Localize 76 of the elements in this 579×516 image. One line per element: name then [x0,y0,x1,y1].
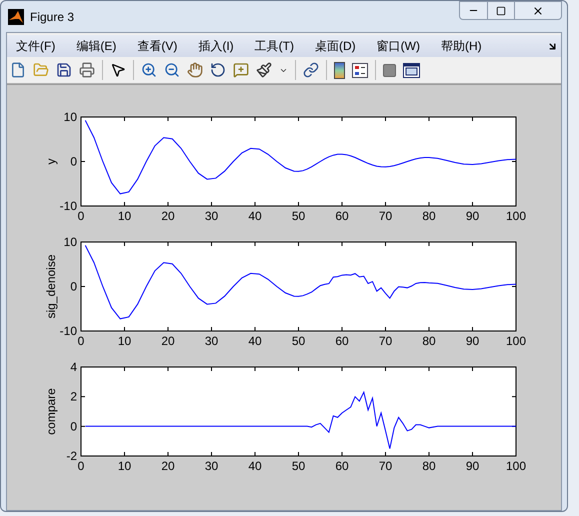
y-axis-label: sig_denoise [44,254,58,319]
tick-label: 20 [161,459,175,473]
zoom-out-icon[interactable] [164,62,180,78]
tick-label: 40 [248,459,262,473]
tick-label: 50 [292,459,306,473]
tick-label: -10 [60,199,77,213]
tick-label: 0 [70,280,77,294]
pointer-icon[interactable] [110,62,126,78]
colorbar-icon[interactable] [334,62,345,78]
tick-label: 40 [248,334,262,348]
tick-label: 30 [204,334,218,348]
tick-label: 50 [292,334,306,348]
tick-label: 50 [292,209,306,223]
tick-label: 0 [78,334,84,348]
brush-icon[interactable] [256,62,272,78]
tick-label: 70 [378,459,392,473]
save-icon[interactable] [56,62,72,78]
menu-item[interactable]: 桌面(D) [314,37,356,55]
y-axis-label: y [44,158,58,164]
tick-label: 90 [466,209,480,223]
tick-label: 0 [78,459,84,473]
square-icon[interactable] [383,64,396,76]
close-icon [532,4,544,16]
data-cursor-icon[interactable] [233,62,249,78]
window-icon[interactable] [403,62,420,78]
tick-label: 80 [422,459,436,473]
tick-label: 4 [70,360,77,374]
tick-label: 30 [204,459,218,473]
tick-label: 60 [335,334,349,348]
tick-label: 10 [118,334,132,348]
tick-label: 70 [378,334,392,348]
legend-icon[interactable] [352,62,368,78]
new-file-icon[interactable] [10,62,26,78]
printer-icon[interactable] [79,62,95,78]
tick-label: 80 [422,334,436,348]
maximize-icon [496,6,506,16]
app-logo-icon [8,8,24,24]
tick-label: 20 [161,334,175,348]
dock-arrow-icon[interactable] [547,40,558,52]
maximize-button[interactable] [488,1,515,20]
tick-label: 0 [70,419,77,434]
tick-label: 60 [335,459,349,473]
tick-label: 10 [118,209,132,223]
menu-item[interactable]: 文件(F) [16,37,56,55]
y-axis-label: compare [44,388,58,435]
tick-label: 30 [204,209,218,223]
rotate-icon[interactable] [210,62,226,78]
tick-label: 10 [64,110,77,124]
tick-label: -10 [60,324,77,338]
hand-icon[interactable] [187,62,203,78]
tick-label: 10 [118,459,132,473]
window-title: Figure 3 [30,8,74,26]
tick-label: 40 [248,209,262,223]
link-icon[interactable] [303,62,319,78]
menu-item[interactable]: 窗口(W) [376,37,420,55]
tick-label: 60 [335,209,349,223]
menu-item[interactable]: 查看(V) [137,37,178,55]
tick-label: 80 [422,209,436,223]
tick-label: 90 [466,459,480,473]
tick-label: 100 [506,209,526,223]
tick-label: 90 [466,334,480,348]
tick-label: 70 [378,209,392,223]
close-button[interactable] [515,1,562,20]
menu-item[interactable]: 编辑(E) [76,37,116,55]
tick-label: 2 [70,390,77,404]
zoom-in-icon[interactable] [141,62,157,78]
menu-item[interactable]: 帮助(H) [440,37,482,55]
tick-label: -2 [66,449,77,463]
tick-label: 0 [78,209,84,223]
tick-label: 100 [506,459,526,473]
tick-label: 0 [70,154,77,168]
tick-label: 100 [506,334,526,348]
menu-item[interactable]: 插入(I) [198,37,234,55]
tick-label: 20 [161,209,175,223]
menu-item[interactable]: 工具(T) [254,37,294,55]
tick-label: 10 [64,235,77,249]
